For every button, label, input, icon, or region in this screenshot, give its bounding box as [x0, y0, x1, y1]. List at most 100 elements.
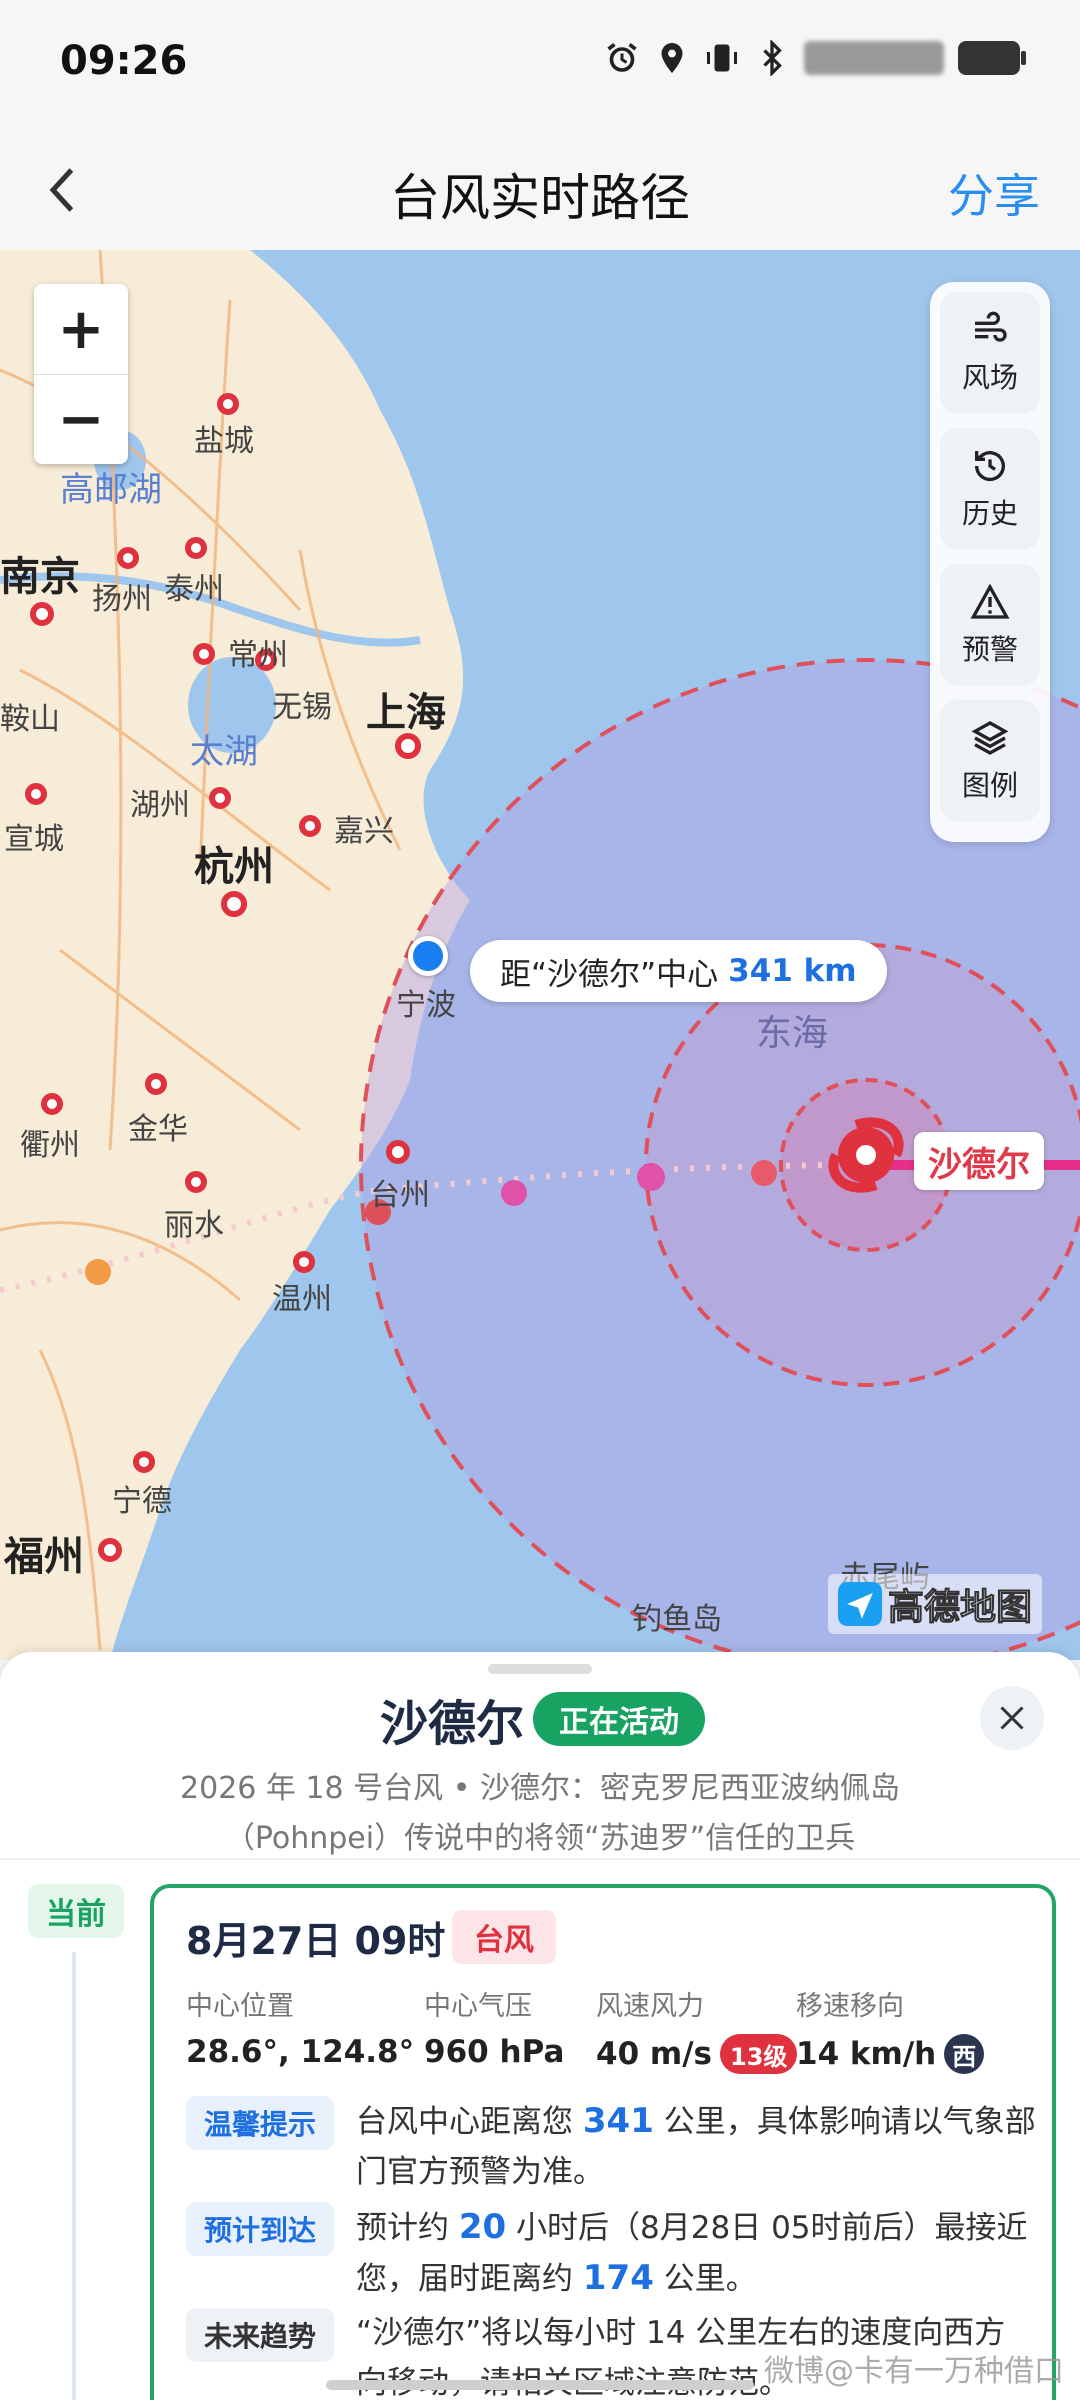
city-dot: [299, 815, 321, 837]
city-label: 南京: [0, 554, 80, 600]
city-label: 鞍山: [0, 702, 60, 737]
timeline-line: [72, 1952, 76, 2400]
city-dot: [25, 783, 47, 805]
city-label: 杭州: [194, 844, 274, 890]
header-position: 中心位置: [186, 1991, 294, 2022]
city-label: 高邮湖: [60, 470, 162, 510]
watermark: 微博@卡有一万种借口: [764, 2354, 1064, 2389]
city-dot: [386, 1140, 410, 1164]
tip-text: 预计约 20 小时后（8月28日 05时前后）最接近您，届时距离约 174 公里…: [356, 2202, 1036, 2304]
typhoon-map-label[interactable]: 沙德尔: [914, 1132, 1044, 1190]
observation-time: 8月27日 09时: [186, 1919, 446, 1963]
typhoon-map[interactable]: 盐城 高邮湖 南京 扬州 泰州 常州 无锡 上海 太湖 湖州 嘉兴 杭州 宣城 …: [0, 250, 1080, 1660]
track-point: [637, 1163, 665, 1191]
wind-value: 40 m/s 13级: [596, 2034, 798, 2074]
city-label: 扬州: [92, 582, 152, 617]
vibrate-icon: [707, 44, 737, 72]
tip-text: 台风中心距离您 341 公里，具体影响请以气象部门官方预警为准。: [356, 2096, 1036, 2197]
distance-value: 341 km: [728, 953, 857, 989]
side-button-label: 图例: [961, 769, 1018, 802]
city-dot: [145, 1073, 167, 1095]
track-point: [751, 1160, 777, 1186]
side-button-label: 历史: [961, 497, 1018, 530]
zoom-control: + −: [34, 284, 128, 464]
wind-speed: 40 m/s: [596, 2036, 713, 2072]
city-label: 福州: [4, 1534, 84, 1580]
close-button[interactable]: [980, 1686, 1044, 1750]
city-label: 湖州: [130, 788, 190, 823]
island-label: 钓鱼岛: [632, 1602, 722, 1637]
tip-row-arrival: 预计到达 预计约 20 小时后（8月28日 05时前后）最接近您，届时距离约 1…: [186, 2202, 1036, 2304]
status-icons: [604, 40, 1026, 76]
tip-number: 174: [582, 2258, 654, 2298]
history-icon: [974, 451, 1005, 482]
track-point: [501, 1180, 527, 1206]
city-dot: [221, 891, 247, 917]
warning-button[interactable]: 预警: [940, 564, 1040, 686]
city-dot: [217, 393, 239, 415]
status-bar: 09:26: [0, 0, 1080, 130]
warning-icon: [970, 583, 1010, 619]
tip-tag: 预计到达: [186, 2202, 335, 2256]
city-label: 上海: [366, 690, 446, 736]
nav-bar: 台风实时路径 分享: [0, 130, 1080, 250]
move-speed: 14 km/h: [796, 2036, 937, 2072]
history-button[interactable]: 历史: [940, 428, 1040, 550]
city-dot: [30, 602, 54, 626]
typhoon-info-sheet: 沙德尔 正在活动 2026 年 18 号台风 • 沙德尔：密克罗尼西亚波纳佩岛（…: [0, 1652, 1080, 2400]
map-logo-text: 高德地图: [887, 1587, 1033, 1629]
city-label: 常州: [228, 638, 288, 673]
status-badge: 正在活动: [533, 1692, 705, 1746]
storm-description: 2026 年 18 号台风 • 沙德尔：密克罗尼西亚波纳佩岛（Pohnpei）传…: [180, 1771, 900, 1856]
network-info-redacted: [804, 41, 944, 75]
city-label: 无锡: [272, 690, 332, 725]
city-label: 宁波: [396, 988, 456, 1023]
city-label: 嘉兴: [334, 814, 394, 849]
legend-button[interactable]: 图例: [940, 700, 1040, 822]
tip-tag: 未来趋势: [186, 2308, 335, 2362]
city-label: 太湖: [190, 732, 258, 772]
city-dot: [293, 1251, 315, 1273]
location-icon: [661, 43, 683, 73]
zoom-out-button[interactable]: −: [34, 374, 128, 464]
pressure-value: 960 hPa: [424, 2034, 565, 2070]
move-direction-badge: 西: [944, 2034, 985, 2074]
map-tools-panel: 风场 历史 预警 图例: [930, 282, 1050, 842]
header-movement: 移速移向: [796, 1991, 904, 2022]
wind-field-button[interactable]: 风场: [940, 292, 1040, 414]
current-detail-card: 8月27日 09时 台风 中心位置 中心气压 风速风力 移速移向 28.6°, …: [150, 1884, 1056, 2400]
bluetooth-icon: [763, 40, 782, 76]
distance-prefix: 距“沙德尔”中心: [500, 956, 719, 993]
layers-icon: [971, 721, 1009, 755]
divider: [0, 1858, 1080, 1860]
city-label: 丽水: [164, 1208, 224, 1243]
side-button-label: 风场: [961, 361, 1018, 394]
city-label: 宣城: [4, 822, 64, 857]
zoom-in-button[interactable]: +: [34, 284, 128, 374]
city-label: 台州: [370, 1178, 430, 1213]
city-dot: [117, 547, 139, 569]
city-label: 衢州: [20, 1128, 80, 1163]
alarm-icon: [607, 43, 637, 72]
city-dot: [133, 1451, 155, 1473]
tip-number: 20: [458, 2207, 507, 2247]
city-label: 温州: [272, 1282, 332, 1317]
sea-label: 东海: [756, 1013, 829, 1054]
tip-text-part: 预计约: [356, 2210, 459, 2246]
wind-icon: [975, 311, 1007, 342]
city-dot: [193, 643, 215, 665]
page-title: 台风实时路径: [390, 169, 690, 227]
distance-pill: 距“沙德尔”中心 341 km: [470, 940, 887, 1002]
side-button-label: 预警: [961, 633, 1018, 666]
city-label: 泰州: [164, 572, 224, 607]
tip-tag: 温馨提示: [186, 2096, 335, 2150]
close-icon: [1000, 1706, 1024, 1730]
sheet-drag-handle[interactable]: [488, 1664, 592, 1674]
home-indicator[interactable]: [326, 2380, 754, 2390]
share-button[interactable]: 分享: [948, 160, 1040, 226]
city-dot: [98, 1538, 122, 1562]
city-label: 宁德: [112, 1484, 172, 1519]
city-dot: [209, 787, 231, 809]
city-label: 金华: [128, 1112, 188, 1147]
center-position-value: 28.6°, 124.8°: [186, 2034, 415, 2070]
